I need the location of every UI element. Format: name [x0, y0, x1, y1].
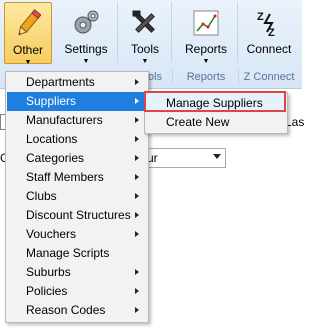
chevron-down-icon: ▼ [82, 58, 90, 65]
z-connect-icon: Z Z [254, 8, 284, 41]
menu-item-vouchers[interactable]: Vouchers [7, 225, 147, 244]
menu-item-manufacturers[interactable]: Manufacturers [7, 111, 147, 130]
chevron-right-icon [135, 193, 139, 199]
chevron-right-icon [135, 174, 139, 180]
other-label: Other [12, 43, 43, 57]
tools-icon [130, 8, 160, 41]
group-label-reports: Reports [186, 71, 226, 83]
background-combo[interactable]: ur [140, 148, 226, 168]
chevron-right-icon [135, 117, 139, 123]
menu-item-label: Reason Codes [26, 303, 106, 317]
chevron-down-icon: ▼ [24, 59, 32, 66]
chevron-right-icon [135, 98, 139, 104]
submenu-item-create-new[interactable]: Create New [146, 113, 286, 132]
menu-item-discount-structures[interactable]: Discount Structures [7, 206, 147, 225]
reports-label: Reports [184, 42, 228, 56]
connect-button[interactable]: Z Z Connect [240, 2, 298, 62]
menu-item-manage-scripts[interactable]: Manage Scripts [7, 244, 147, 263]
menu-item-staff-members[interactable]: Staff Members [7, 168, 147, 187]
menu-item-label: Locations [26, 132, 78, 146]
menu-item-departments[interactable]: Departments [7, 73, 147, 92]
connect-label: Connect [246, 42, 292, 56]
menu-item-label: Policies [26, 284, 68, 298]
menu-item-label: Discount Structures [26, 208, 131, 222]
chevron-right-icon [135, 136, 139, 142]
chevron-right-icon [135, 269, 139, 275]
chevron-right-icon [135, 307, 139, 313]
other-dropdown-menu: Departments Suppliers Manufacturers Loca… [5, 71, 149, 323]
menu-item-label: Suburbs [26, 265, 71, 279]
menu-item-clubs[interactable]: Clubs [7, 187, 147, 206]
submenu-item-label: Manage Suppliers [166, 96, 263, 110]
svg-text:Z: Z [257, 11, 264, 23]
menu-item-label: Suppliers [26, 94, 77, 108]
chevron-right-icon [135, 212, 139, 218]
chevron-right-icon [135, 288, 139, 294]
tools-button[interactable]: Tools ▼ [119, 2, 172, 65]
tools-label: Tools [130, 42, 159, 56]
chevron-right-icon [135, 79, 139, 85]
menu-item-categories[interactable]: Categories [7, 149, 147, 168]
menu-item-label: Categories [26, 151, 85, 165]
menu-item-locations[interactable]: Locations [7, 130, 147, 149]
chevron-right-icon [135, 231, 139, 237]
menu-item-policies[interactable]: Policies [7, 282, 147, 301]
suppliers-submenu: Manage Suppliers Create New [144, 92, 288, 134]
chart-icon [191, 8, 221, 41]
menu-item-suburbs[interactable]: Suburbs [7, 263, 147, 282]
group-label-zconnect: Z Connect [243, 71, 295, 83]
submenu-item-manage-suppliers[interactable]: Manage Suppliers [146, 94, 286, 113]
menu-item-label: Vouchers [26, 227, 77, 241]
settings-button[interactable]: Settings ▼ [55, 2, 118, 65]
chevron-down-icon: ▼ [141, 58, 149, 65]
pencil-icon [15, 9, 42, 42]
chevron-down-icon [213, 154, 221, 159]
menu-item-label: Manufacturers [26, 113, 103, 127]
group-divider [238, 69, 239, 85]
menu-item-suppliers[interactable]: Suppliers [7, 92, 147, 111]
menu-item-label: Staff Members [26, 170, 104, 184]
menu-item-label: Departments [26, 75, 95, 89]
chevron-right-icon [135, 155, 139, 161]
settings-label: Settings [64, 42, 108, 56]
reports-button[interactable]: Reports ▼ [175, 2, 238, 65]
other-button[interactable]: Other ▼ [4, 2, 52, 66]
chevron-down-icon: ▼ [202, 58, 210, 65]
group-divider [172, 69, 173, 85]
menu-item-label: Clubs [26, 189, 57, 203]
menu-item-label: Manage Scripts [26, 246, 110, 260]
submenu-item-label: Create New [166, 115, 230, 129]
menu-item-reason-codes[interactable]: Reason Codes [7, 301, 147, 320]
gears-icon [71, 8, 101, 41]
